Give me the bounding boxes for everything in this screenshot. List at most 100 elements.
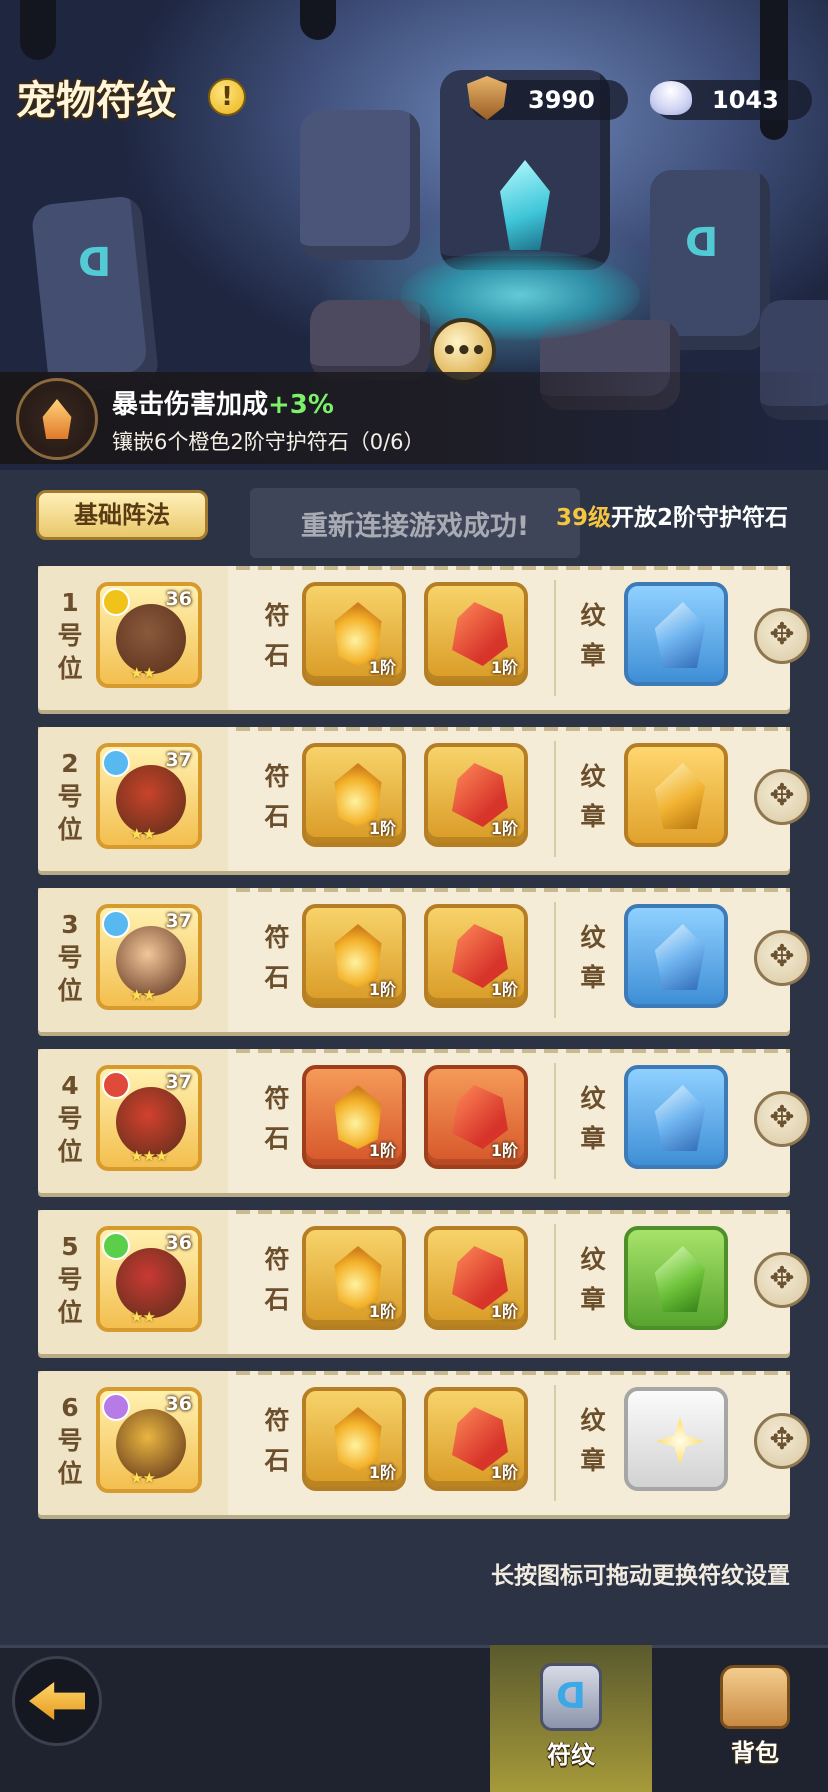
unlock-notice: 39级开放2阶守护符石: [556, 498, 788, 532]
rune-stone-icon: ꓷ: [540, 1663, 602, 1731]
pet-level: 37: [165, 749, 192, 771]
emblem-column-label: 纹章: [580, 1084, 606, 1153]
buff-bonus: +3%: [268, 390, 334, 420]
pet-card[interactable]: 36 ★★: [96, 1387, 202, 1493]
unlock-level: 39级: [555, 505, 611, 531]
rock: [300, 110, 420, 260]
pet-card[interactable]: 36 ★★: [96, 582, 202, 688]
pet-level: 36: [165, 1393, 192, 1415]
rune-tier: 1阶: [368, 819, 396, 838]
pet-card[interactable]: 37 ★★: [96, 743, 202, 849]
pet-card[interactable]: 37 ★★★: [96, 1065, 202, 1171]
rune-tier: 1阶: [490, 1302, 518, 1321]
rune-slot-2[interactable]: 1阶: [424, 1226, 528, 1330]
currency-value: 3990: [528, 86, 595, 114]
rune-column-label: 符石: [264, 1084, 290, 1153]
slot-row: 4号位 37 ★★★ 符石 1阶 1阶 纹章 ✥: [38, 1049, 810, 1193]
back-arrow-icon: [29, 1682, 85, 1720]
tab-base-formation[interactable]: 基础阵法: [36, 490, 208, 540]
rune-slot-2[interactable]: 1阶: [424, 1387, 528, 1491]
pet-card[interactable]: 36 ★★: [96, 1226, 202, 1332]
slot-label: 2号位: [57, 749, 83, 844]
toast-message: 重新连接游戏成功!: [250, 488, 580, 558]
rune-column-label: 符石: [264, 601, 290, 670]
column-divider: [554, 741, 556, 857]
move-icon[interactable]: ✥: [754, 1413, 810, 1469]
rune-column-label: 符石: [264, 762, 290, 831]
info-icon[interactable]: !: [208, 78, 246, 116]
pet-stars: ★★: [130, 1469, 156, 1487]
emblem-column-label: 纹章: [580, 601, 606, 670]
rune-tier: 1阶: [490, 1141, 518, 1160]
rune-slot-2[interactable]: 1阶: [424, 582, 528, 686]
emblem-slot[interactable]: [624, 582, 728, 686]
back-button[interactable]: [12, 1656, 102, 1746]
rune-slot-1[interactable]: 1阶: [302, 1065, 406, 1169]
column-divider: [554, 902, 556, 1018]
nav-bag-label: 背包: [731, 1739, 779, 1767]
pet-stars: ★★: [130, 825, 156, 843]
emblem-column-label: 纹章: [580, 923, 606, 992]
rune-slot-2[interactable]: 1阶: [424, 1065, 528, 1169]
emblem-slot[interactable]: [624, 1065, 728, 1169]
rune-slot-1[interactable]: 1阶: [302, 1226, 406, 1330]
pet-level: 37: [165, 910, 192, 932]
move-icon[interactable]: ✥: [754, 930, 810, 986]
rune-column-label: 符石: [264, 1406, 290, 1475]
rock: [30, 194, 160, 396]
emblem-star-icon: [656, 1417, 704, 1465]
pet-card[interactable]: 37 ★★: [96, 904, 202, 1010]
slot-row: 6号位 36 ★★ 符石 1阶 1阶 纹章 ✥: [38, 1371, 810, 1515]
shield-coin-icon: [462, 72, 512, 124]
column-divider: [554, 1385, 556, 1501]
currency-value: 1043: [712, 86, 779, 114]
rune-glyph-icon: ꓷ: [685, 220, 719, 266]
buff-name: 暴击伤害加成: [112, 390, 269, 420]
rune-tier: 1阶: [368, 658, 396, 677]
rune-slot-1[interactable]: 1阶: [302, 1387, 406, 1491]
rune-slot-2[interactable]: 1阶: [424, 743, 528, 847]
emblem-slot[interactable]: [624, 1226, 728, 1330]
pet-level: 37: [165, 1071, 192, 1093]
page-title: 宠物符纹: [16, 78, 176, 124]
rune-tier: 1阶: [490, 1463, 518, 1482]
move-icon[interactable]: ✥: [754, 608, 810, 664]
slot-label: 6号位: [57, 1393, 83, 1488]
rune-slot-1[interactable]: 1阶: [302, 904, 406, 1008]
pet-class-icon: [102, 588, 130, 616]
rune-slot-1[interactable]: 1阶: [302, 743, 406, 847]
rune-tier: 1阶: [490, 658, 518, 677]
rune-slot-2[interactable]: 1阶: [424, 904, 528, 1008]
slot-row: 2号位 37 ★★ 符石 1阶 1阶 纹章 ✥: [38, 727, 810, 871]
nav-rune-tab[interactable]: ꓷ 符纹: [490, 1645, 652, 1792]
rune-slot-1[interactable]: 1阶: [302, 582, 406, 686]
pet-stars: ★★: [130, 986, 156, 1004]
pet-class-icon: [102, 749, 130, 777]
column-divider: [554, 1063, 556, 1179]
flame-rune-icon: [16, 378, 98, 460]
rune-tier: 1阶: [368, 1141, 396, 1160]
emblem-crystal-icon: [654, 1085, 706, 1151]
move-icon[interactable]: ✥: [754, 1252, 810, 1308]
pet-level: 36: [165, 1232, 192, 1254]
slot-label: 4号位: [57, 1071, 83, 1166]
rune-column-label: 符石: [264, 1245, 290, 1314]
pet-class-icon: [102, 1071, 130, 1099]
rune-tier: 1阶: [368, 1463, 396, 1482]
emblem-slot[interactable]: [624, 743, 728, 847]
emblem-slot[interactable]: [624, 904, 728, 1008]
column-divider: [554, 580, 556, 696]
nav-bag-tab[interactable]: 背包: [690, 1645, 820, 1792]
rune-tier: 1阶: [490, 980, 518, 999]
rune-tier: 1阶: [368, 1302, 396, 1321]
buff-requirement: 镶嵌6个橙色2阶守护符石（0/6）: [112, 430, 425, 454]
move-icon[interactable]: ✥: [754, 1091, 810, 1147]
emblem-slot[interactable]: [624, 1387, 728, 1491]
backpack-icon: [720, 1665, 790, 1729]
pet-stars: ★★★: [130, 1147, 168, 1165]
pet-stars: ★★: [130, 1308, 156, 1326]
move-icon[interactable]: ✥: [754, 769, 810, 825]
hint-text: 长按图标可拖动更换符纹设置: [491, 1563, 790, 1589]
unlock-text: 开放2阶守护符石: [610, 505, 788, 531]
cave-drip: [300, 0, 336, 40]
